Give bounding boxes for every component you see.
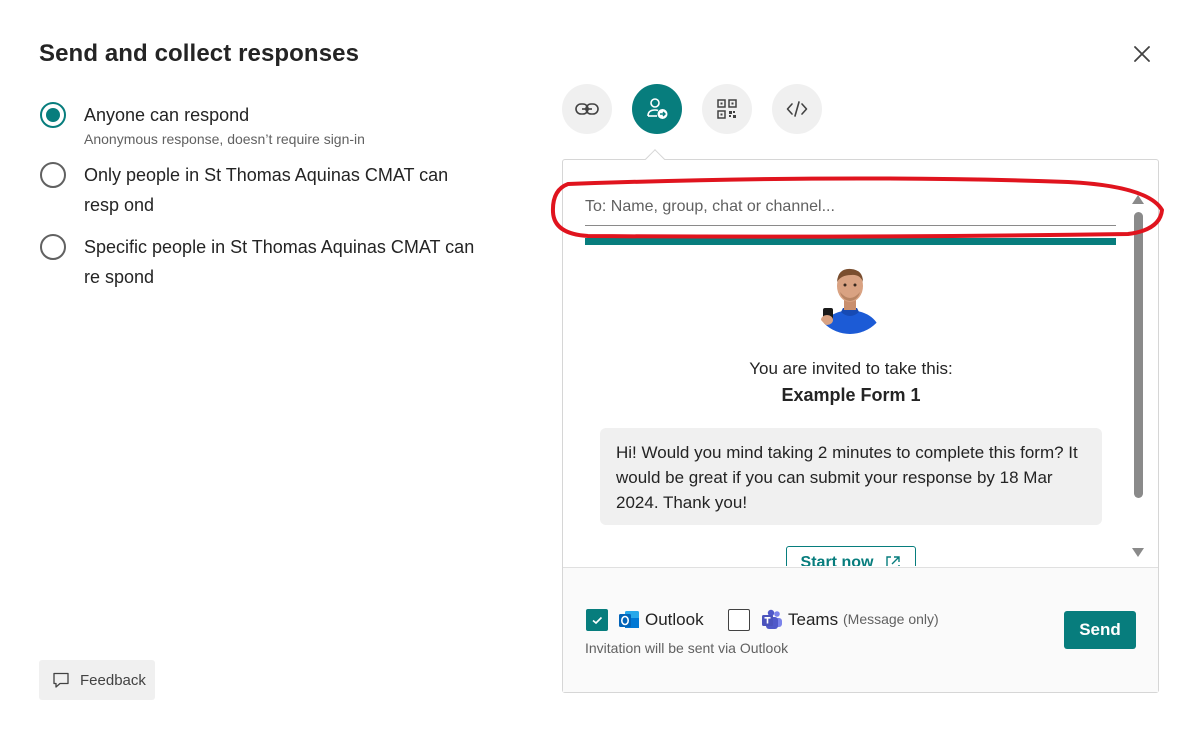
open-external-icon [886,556,901,566]
radio-anyone[interactable] [40,102,66,128]
invite-text: You are invited to take this: [749,359,953,378]
scrollbar-thumb[interactable] [1134,212,1143,498]
checkmark-icon [592,616,603,625]
person-send-icon [647,98,668,119]
start-now-label: Start now [800,554,874,566]
option-specific-people-label: Specific people in St Thomas Aquinas CMA… [84,237,475,287]
tab-link[interactable] [562,84,612,134]
qr-code-icon [717,99,737,119]
tab-qr-code[interactable] [702,84,752,134]
scroll-down-arrow[interactable] [1132,548,1144,557]
tab-invite[interactable] [632,84,682,134]
feedback-button[interactable]: Feedback [39,660,155,700]
teams-note: (Message only) [843,611,939,627]
option-anyone-sub: Anonymous response, doesn’t require sign… [84,131,365,147]
share-method-tabs [562,84,842,134]
start-now-preview: Start now [563,540,1131,566]
close-icon [1134,46,1150,62]
teams-icon [760,608,784,637]
scroll-up-arrow[interactable] [1132,195,1144,204]
avatar [813,260,887,334]
dialog-title: Send and collect responses [39,40,360,67]
recipient-input[interactable]: To: Name, group, chat or channel... [585,193,1116,226]
tab-embed[interactable] [772,84,822,134]
option-organization[interactable]: Only people in St Thomas Aquinas CMAT ca… [40,160,490,220]
option-specific-people[interactable]: Specific people in St Thomas Aquinas CMA… [40,232,490,292]
link-icon [575,103,599,115]
feedback-label: Feedback [80,671,146,689]
option-anyone-label: Anyone can respond [84,105,250,125]
outlook-checkbox[interactable] [586,609,608,631]
start-now-button[interactable]: Start now [786,546,916,566]
invite-message[interactable]: Hi! Would you mind taking 2 minutes to c… [600,428,1102,525]
radio-specific-people[interactable] [40,234,66,260]
outlook-icon [617,608,641,637]
response-options: Anyone can respond Anonymous response, d… [40,100,490,304]
teams-label: Teams [788,610,839,629]
sender-photo [813,260,887,334]
close-button[interactable] [1130,42,1154,66]
form-name: Example Form 1 [781,385,921,405]
send-button[interactable]: Send [1064,611,1136,649]
teams-checkbox[interactable] [728,609,750,631]
comment-icon [53,672,69,688]
preview-header-bar [585,238,1116,245]
option-organization-label: Only people in St Thomas Aquinas CMAT ca… [84,165,449,215]
send-via-text: Invitation will be sent via Outlook [585,640,789,656]
radio-organization[interactable] [40,162,66,188]
outlook-label: Outlook [645,610,704,629]
code-icon [786,101,808,117]
option-anyone[interactable]: Anyone can respond Anonymous response, d… [40,100,490,148]
